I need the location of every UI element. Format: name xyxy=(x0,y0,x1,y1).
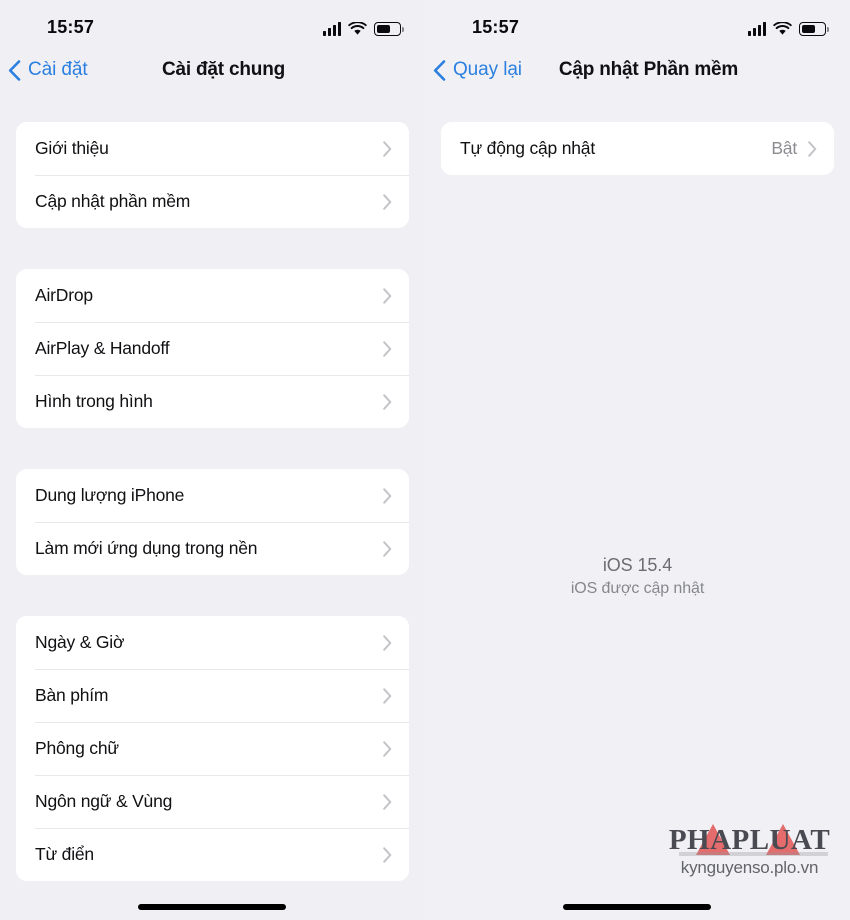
settings-list: Tự động cập nhật Bật xyxy=(425,122,850,175)
settings-row-label: Hình trong hình xyxy=(35,391,153,411)
update-status-message: iOS được cập nhật xyxy=(570,580,705,597)
settings-row-label: Cập nhật phần mềm xyxy=(35,191,191,211)
settings-row-airplay-handoff[interactable]: AirPlay & Handoff xyxy=(16,322,409,375)
chevron-right-icon xyxy=(383,740,392,757)
status-bar-clock: 15:57 xyxy=(47,17,95,37)
watermark-url: kynguyenso.plo.vn xyxy=(680,858,819,877)
settings-row-keyboard[interactable]: Bàn phím xyxy=(16,669,409,722)
settings-group-localization: Ngày & Giờ Bàn phím Phông chữ Ngôn ngữ &… xyxy=(16,616,409,881)
chevron-right-icon xyxy=(383,540,392,557)
settings-row-label: Tự động cập nhật xyxy=(460,138,595,158)
back-button-settings[interactable]: Cài đặt xyxy=(8,59,88,81)
settings-group-about: Giới thiệu Cập nhật phần mềm xyxy=(16,122,409,228)
settings-row-label: AirDrop xyxy=(35,285,93,305)
settings-row-fonts[interactable]: Phông chữ xyxy=(16,722,409,775)
logo-underline xyxy=(679,852,828,856)
chevron-left-icon xyxy=(8,59,21,81)
settings-row-automatic-updates[interactable]: Tự động cập nhật Bật xyxy=(441,122,834,175)
ios-version-label: iOS 15.4 xyxy=(602,555,673,575)
settings-row-label: Giới thiệu xyxy=(35,138,109,158)
chevron-right-icon xyxy=(383,340,392,357)
settings-row-value: Bật xyxy=(771,138,797,158)
back-button-label: Quay lại xyxy=(453,59,522,80)
navigation-bar: Cài đặt Cài đặt chung xyxy=(0,46,425,94)
settings-row-label: Từ điển xyxy=(35,844,94,864)
chevron-right-icon xyxy=(383,140,392,157)
chevron-right-icon xyxy=(383,287,392,304)
cellular-signal-icon xyxy=(322,22,341,36)
settings-row-label: Ngày & Giờ xyxy=(35,632,125,652)
settings-row-dictionary[interactable]: Từ điển xyxy=(16,828,409,881)
back-button-general[interactable]: Quay lại xyxy=(433,59,522,81)
cellular-signal-icon xyxy=(747,22,766,36)
settings-group-automatic-updates: Tự động cập nhật Bật xyxy=(441,122,834,175)
settings-row-software-update[interactable]: Cập nhật phần mềm xyxy=(16,175,409,228)
settings-row-label: Làm mới ứng dụng trong nền xyxy=(35,538,258,558)
chevron-right-icon xyxy=(383,393,392,410)
home-indicator[interactable] xyxy=(563,904,711,910)
chevron-right-icon xyxy=(383,687,392,704)
back-button-label: Cài đặt xyxy=(28,59,88,80)
status-bar-icons xyxy=(747,16,829,36)
phone-screen-software-update: 15:57 Quay lại Cập nhật Phần mềm Tự động… xyxy=(425,0,850,920)
settings-group-storage: Dung lượng iPhone Làm mới ứng dụng trong… xyxy=(16,469,409,575)
navigation-bar: Quay lại Cập nhật Phần mềm xyxy=(425,46,850,94)
settings-row-label: Ngôn ngữ & Vùng xyxy=(35,791,173,811)
chevron-right-icon xyxy=(383,193,392,210)
chevron-right-icon xyxy=(383,487,392,504)
settings-group-sharing: AirDrop AirPlay & Handoff Hình trong hìn… xyxy=(16,269,409,428)
chevron-right-icon xyxy=(383,793,392,810)
settings-row-language-region[interactable]: Ngôn ngữ & Vùng xyxy=(16,775,409,828)
chevron-right-icon xyxy=(808,140,817,157)
wifi-icon xyxy=(773,22,792,36)
status-bar: 15:57 xyxy=(425,0,850,46)
battery-icon xyxy=(374,22,404,36)
settings-row-airdrop[interactable]: AirDrop xyxy=(16,269,409,322)
settings-row-picture-in-picture[interactable]: Hình trong hình xyxy=(16,375,409,428)
settings-row-label: AirPlay & Handoff xyxy=(35,338,170,358)
battery-icon xyxy=(799,22,829,36)
settings-row-about[interactable]: Giới thiệu xyxy=(16,122,409,175)
chevron-right-icon xyxy=(383,634,392,651)
settings-row-date-time[interactable]: Ngày & Giờ xyxy=(16,616,409,669)
chevron-right-icon xyxy=(383,846,392,863)
settings-row-label: Bàn phím xyxy=(35,685,109,705)
status-bar-clock: 15:57 xyxy=(472,17,520,37)
watermark: PHAPLUAT kynguyenso.plo.vn xyxy=(662,823,837,878)
status-bar-icons xyxy=(322,16,404,36)
settings-row-iphone-storage[interactable]: Dung lượng iPhone xyxy=(16,469,409,522)
dual-screenshot-container: 15:57 Cài đặt Cài đặt chung Giới thiệu C… xyxy=(0,0,850,920)
settings-row-label: Dung lượng iPhone xyxy=(35,485,185,505)
settings-list: Giới thiệu Cập nhật phần mềm AirDrop Air… xyxy=(0,122,425,881)
phapluat-logo: PHAPLUAT xyxy=(662,823,837,857)
update-status-block: iOS 15.4 iOS được cập nhật xyxy=(425,555,850,598)
status-bar: 15:57 xyxy=(0,0,425,46)
home-indicator[interactable] xyxy=(138,904,286,910)
chevron-left-icon xyxy=(433,59,446,81)
wifi-icon xyxy=(348,22,367,36)
settings-row-background-app-refresh[interactable]: Làm mới ứng dụng trong nền xyxy=(16,522,409,575)
settings-row-label: Phông chữ xyxy=(35,738,119,758)
phone-screen-general-settings: 15:57 Cài đặt Cài đặt chung Giới thiệu C… xyxy=(0,0,425,920)
